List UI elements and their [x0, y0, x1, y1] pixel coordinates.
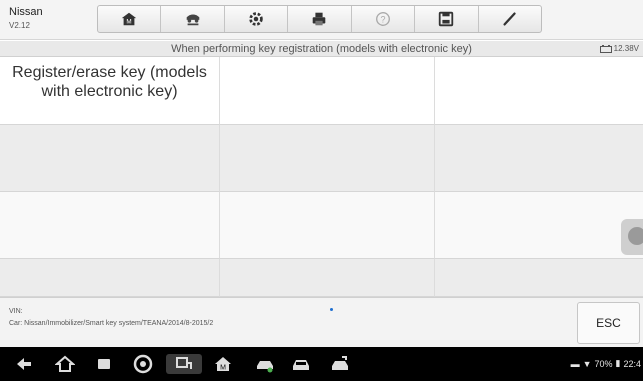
edit-icon	[503, 12, 516, 26]
system-status: ▬ ▼ 70% ▮ 22:4	[571, 358, 641, 369]
vehicle-swap-button[interactable]	[161, 6, 225, 32]
chrome-icon	[133, 354, 153, 374]
grid-cell	[220, 259, 435, 297]
grid-cell	[220, 125, 435, 192]
grid-cell	[220, 57, 435, 125]
print-button[interactable]	[288, 6, 352, 32]
back-button[interactable]	[14, 354, 34, 374]
grid-cell	[435, 57, 643, 125]
settings-icon	[249, 12, 263, 26]
svg-text:M: M	[220, 365, 226, 372]
battery-percent: 70%	[594, 358, 613, 369]
home-icon: M	[122, 12, 137, 26]
vehicle-service-button[interactable]	[330, 354, 350, 374]
settings-button[interactable]	[225, 6, 289, 32]
car-button[interactable]	[291, 354, 311, 374]
home-nav-button[interactable]	[55, 354, 75, 374]
device-connect-icon	[176, 357, 192, 369]
clock: 22:4	[623, 358, 641, 369]
page-indicator-dot	[330, 308, 333, 311]
back-arrow-icon	[17, 358, 31, 370]
vehicle-service-icon	[332, 356, 348, 370]
grid-row	[0, 125, 643, 192]
toolbar: M ?	[97, 5, 542, 33]
recent-apps-icon	[98, 359, 110, 369]
footer-bar: VIN: Car: Nissan/Immobilizer/Smart key s…	[0, 297, 643, 347]
grid-row	[0, 259, 643, 297]
vehicle-diagnose-icon	[257, 361, 273, 373]
grid-cell	[220, 192, 435, 259]
grid-row: Register/erase key (models with electron…	[0, 57, 643, 125]
print-icon	[313, 12, 326, 26]
recent-apps-button[interactable]	[94, 354, 114, 374]
grid-cell	[0, 192, 220, 259]
chrome-button[interactable]	[133, 354, 153, 374]
chat-icon: ▬	[570, 358, 580, 369]
home-button[interactable]: M	[98, 6, 162, 32]
battery-level-icon: ▮	[615, 358, 621, 368]
vehicle-swap-icon	[186, 14, 199, 26]
save-icon	[439, 11, 454, 27]
app-title: Nissan	[9, 6, 43, 18]
battery-status: 12.38V	[599, 44, 639, 53]
edit-button[interactable]	[479, 6, 541, 32]
app-version: V2.12	[9, 21, 30, 30]
vehicle-diagnose-button[interactable]	[255, 354, 275, 374]
subtitle-bar: When performing key registration (models…	[0, 41, 643, 57]
maxisys-home-button[interactable]: M	[213, 354, 233, 374]
help-button[interactable]: ?	[352, 6, 416, 32]
register-erase-key-cell[interactable]: Register/erase key (models with electron…	[0, 57, 220, 125]
save-button[interactable]	[415, 6, 479, 32]
vehicle-path: Car: Nissan/Immobilizer/Smart key system…	[9, 320, 214, 327]
function-grid: Register/erase key (models with electron…	[0, 57, 643, 297]
page-subtitle: When performing key registration (models…	[171, 43, 472, 55]
vin-label: VIN:	[9, 308, 23, 315]
car-icon	[293, 360, 309, 370]
grid-cell	[435, 259, 643, 297]
svg-text:?: ?	[380, 15, 385, 25]
device-connect-button[interactable]	[166, 354, 202, 374]
floating-assist-button[interactable]	[621, 219, 643, 255]
svg-text:M: M	[127, 19, 132, 26]
maxisys-home-icon: M	[215, 357, 231, 372]
help-icon: ?	[375, 12, 390, 26]
android-nav-bar: M ▬ ▼ 70% ▮ 22:4	[0, 347, 643, 381]
grid-cell-label: Register/erase key (models with electron…	[12, 64, 207, 100]
grid-cell	[0, 125, 220, 192]
grid-cell	[435, 192, 643, 259]
battery-voltage: 12.38V	[613, 44, 639, 53]
battery-icon	[599, 44, 612, 53]
wifi-icon: ▼	[582, 358, 592, 369]
grid-cell	[435, 125, 643, 192]
home-nav-icon	[55, 355, 75, 372]
grid-row	[0, 192, 643, 259]
app-header: Nissan V2.12 M ?	[0, 0, 643, 40]
esc-button[interactable]: ESC	[577, 302, 640, 344]
grid-cell	[0, 259, 220, 297]
